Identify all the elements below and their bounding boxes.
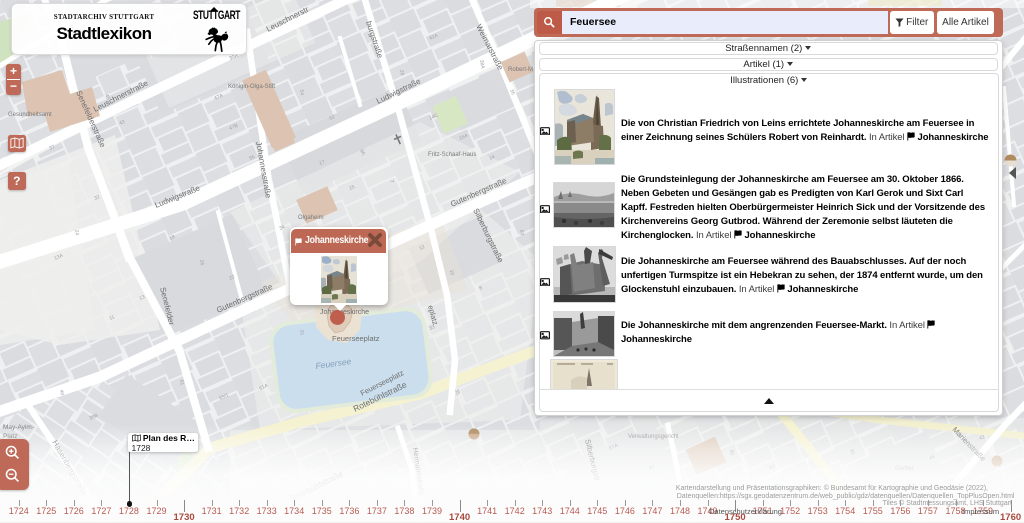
svg-text:Fritz-Schaaf-Haus: Fritz-Schaaf-Haus [428,152,476,158]
svg-text:Feuerseeplatz: Feuerseeplatz [332,334,380,343]
svg-text:Robert-M: Robert-M [508,67,533,73]
svg-text:Olgaheim: Olgaheim [298,215,324,221]
svg-text:Königin-Olga-Stift: Königin-Olga-Stift [228,84,275,90]
svg-text:Gesundheitsamt: Gesundheitsamt [8,112,52,118]
